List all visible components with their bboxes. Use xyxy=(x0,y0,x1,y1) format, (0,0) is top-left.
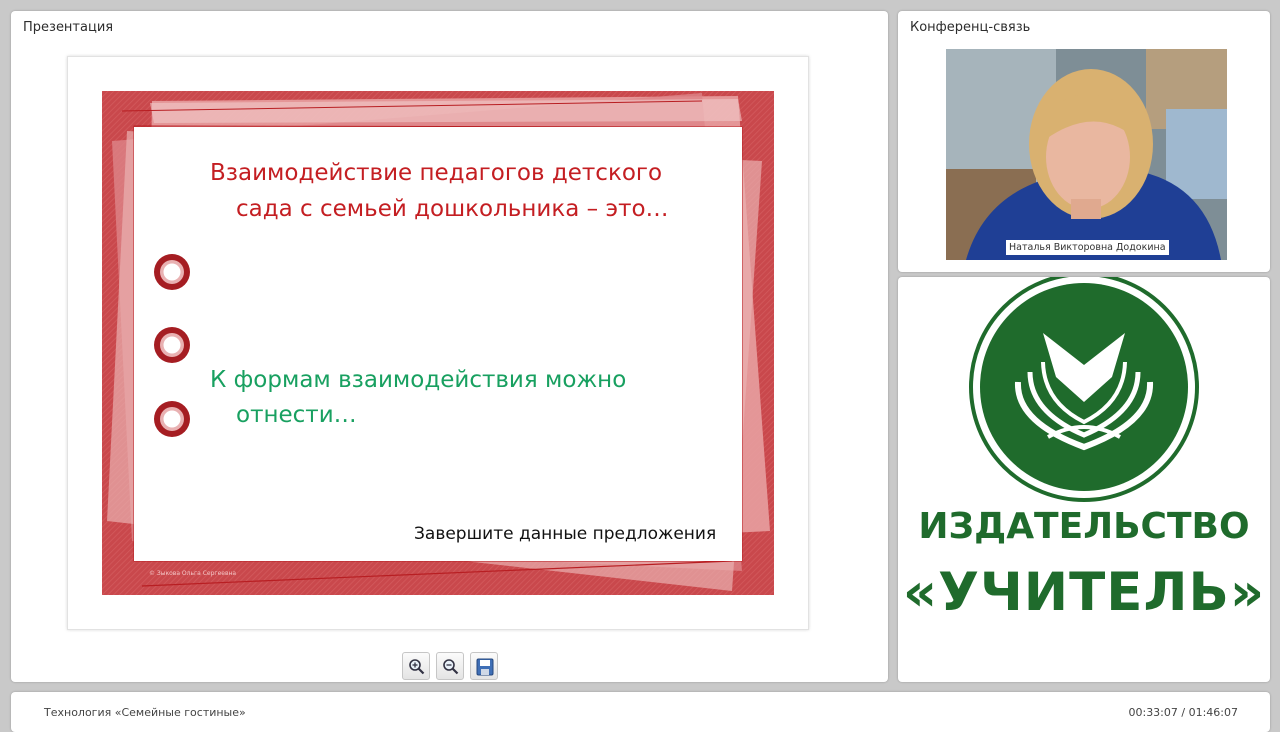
playback-time: 00:33:07 / 01:46:07 xyxy=(1128,706,1238,719)
publisher-name-line1: ИЗДАТЕЛЬСТВО xyxy=(918,506,1250,547)
zoom-in-icon xyxy=(409,659,425,675)
bullet-ring-3 xyxy=(154,401,190,437)
save-button[interactable] xyxy=(470,652,498,680)
publisher-logo-panel: ИЗДАТЕЛЬСТВО «УЧИТЕЛЬ» xyxy=(898,277,1270,682)
course-title: Технология «Семейные гостиные» xyxy=(44,706,246,719)
conference-panel: Конференц-связь Наталья Викторовна Додок… xyxy=(898,11,1270,272)
slide: Взаимодействие педагогов детского сада с… xyxy=(102,91,774,595)
bullet-ring-1 xyxy=(154,254,190,290)
presentation-panel: Презентация Взаимодействие педагогов дет… xyxy=(11,11,888,682)
slide-prompt-line1: К формам взаимодействия можно xyxy=(210,367,627,393)
slide-heading-line2: сада с семьей дошкольника – это… xyxy=(236,196,669,222)
slide-prompt-line2: отнести… xyxy=(236,402,357,428)
publisher-logo-emblem xyxy=(969,277,1199,502)
conference-panel-title: Конференц-связь xyxy=(910,20,1031,35)
video-feed: Наталья Викторовна Додокина xyxy=(946,49,1227,260)
slide-frame: Взаимодействие педагогов детского сада с… xyxy=(67,56,809,630)
slide-prompt: К формам взаимодействия можно отнести… xyxy=(210,363,690,433)
zoom-in-button[interactable] xyxy=(402,652,430,680)
slide-heading-line1: Взаимодействие педагогов детского xyxy=(210,160,663,186)
slide-heading: Взаимодействие педагогов детского сада с… xyxy=(210,155,690,227)
presentation-panel-title: Презентация xyxy=(23,20,114,35)
bottom-status-bar: Технология «Семейные гостиные» 00:33:07 … xyxy=(11,692,1270,732)
publisher-name-line2: «УЧИТЕЛЬ» xyxy=(902,562,1266,623)
speaker-name-label: Наталья Викторовна Додокина xyxy=(1006,240,1169,255)
slide-copyright: © Зыкова Ольга Сергеевна xyxy=(149,570,237,577)
speaker-video-frame xyxy=(946,49,1227,260)
zoom-out-button[interactable] xyxy=(436,652,464,680)
slide-footer: Завершите данные предложения xyxy=(414,524,717,544)
bullet-ring-2 xyxy=(154,327,190,363)
zoom-out-icon xyxy=(443,659,459,675)
floppy-disk-icon xyxy=(476,658,494,676)
